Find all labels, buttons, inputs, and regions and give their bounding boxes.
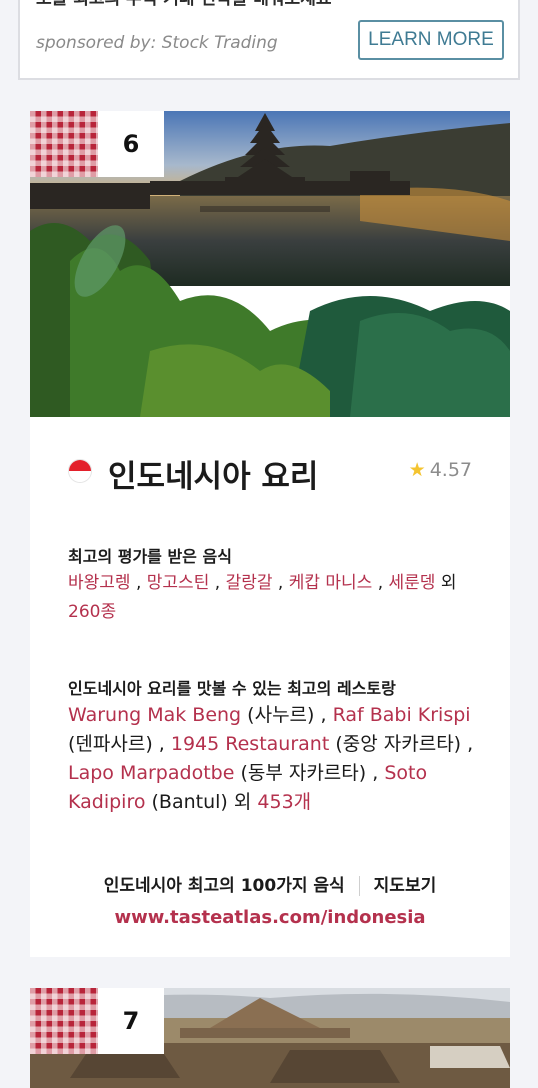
indonesia-flag-icon bbox=[68, 459, 92, 483]
more-prefix: 외 bbox=[440, 573, 457, 593]
bali-temple-lake-photo[interactable]: 6 bbox=[30, 111, 510, 417]
restaurant-link[interactable]: Raf Babi Krispi bbox=[333, 704, 471, 726]
rank-number: 6 bbox=[98, 111, 164, 177]
checkered-pattern bbox=[30, 988, 98, 1054]
restaurant-location: (Bantul) bbox=[151, 791, 228, 813]
star-icon: ★ bbox=[408, 459, 426, 481]
restaurant-link[interactable]: Warung Mak Beng bbox=[68, 704, 241, 726]
restaurant-link[interactable]: 1945 Restaurant bbox=[171, 733, 329, 755]
more-restaurants-link[interactable]: 453개 bbox=[257, 791, 311, 813]
restaurant-location: (동부 자카르타) bbox=[240, 762, 367, 784]
rank-number: 7 bbox=[98, 988, 164, 1054]
sponsored-ad[interactable]: 오늘 최고의 주식 거래 전략을 배워보세요 sponsored by: Sto… bbox=[18, 0, 520, 80]
dish-link[interactable]: 바왕고렝 bbox=[68, 573, 131, 593]
top-dishes-list: 바왕고렝 , 망고스틴 , 갈랑갈 , 케캅 마니스 , 세룬뎅 외 260종 bbox=[68, 573, 457, 622]
divider bbox=[358, 876, 360, 896]
cuisine-title[interactable]: 인도네시아 요리 bbox=[108, 451, 318, 496]
map-link[interactable]: 지도보기 bbox=[374, 876, 437, 896]
dish-link[interactable]: 망고스틴 bbox=[147, 573, 210, 593]
more-prefix: 외 bbox=[233, 791, 252, 813]
dish-link[interactable]: 세룬뎅 bbox=[389, 573, 436, 593]
rating-value: 4.57 bbox=[429, 459, 472, 481]
card-footer-links: 인도네시아 최고의 100가지 음식 지도보기 bbox=[30, 871, 510, 896]
restaurant-location: (사누르) bbox=[247, 704, 315, 726]
top-dishes-heading: 최고의 평가를 받은 음식 bbox=[68, 547, 232, 566]
rating: ★ 4.57 bbox=[409, 459, 472, 481]
top-100-dishes-link[interactable]: 인도네시아 최고의 100가지 음식 bbox=[104, 876, 345, 896]
restaurants-heading: 인도네시아 요리를 맛볼 수 있는 최고의 레스토랑 bbox=[68, 679, 396, 698]
restaurant-location: (중앙 자카르타) bbox=[335, 733, 462, 755]
dish-link[interactable]: 케캅 마니스 bbox=[289, 573, 373, 593]
cuisine-url-link[interactable]: www.tasteatlas.com/indonesia bbox=[30, 907, 510, 928]
ad-headline[interactable]: 오늘 최고의 주식 거래 전략을 배워보세요 bbox=[36, 0, 331, 9]
restaurant-location: (덴파사르) bbox=[68, 733, 153, 755]
dish-link[interactable]: 갈랑갈 bbox=[226, 573, 273, 593]
learn-more-button[interactable]: LEARN MORE bbox=[358, 20, 504, 60]
cuisine-card: 7 bbox=[30, 988, 510, 1088]
more-dishes-link[interactable]: 260종 bbox=[68, 602, 116, 622]
ad-sponsor-text: sponsored by: Stock Trading bbox=[36, 33, 278, 53]
restaurant-link[interactable]: Lapo Marpadotbe bbox=[68, 762, 234, 784]
checkered-pattern bbox=[30, 111, 98, 177]
restaurants-list: Warung Mak Beng (사누르) , Raf Babi Krispi … bbox=[68, 704, 474, 813]
cuisine-card: 6 인도네시아 요리 ★ 4.57 최고의 평가를 받은 음식 바왕고렝 , 망고… bbox=[30, 111, 510, 957]
